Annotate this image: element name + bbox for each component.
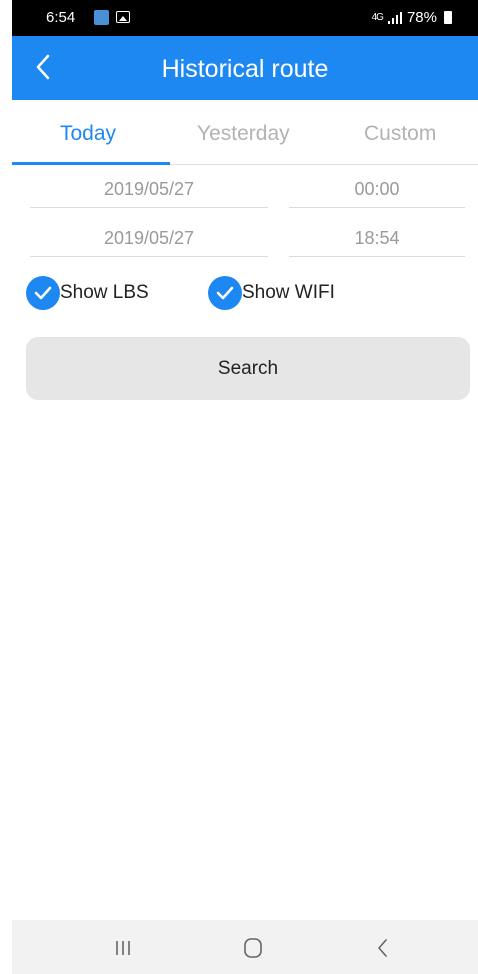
tab-custom[interactable]: Custom xyxy=(364,122,436,146)
end-date-field[interactable]: 2019/05/27 xyxy=(30,220,268,257)
show-wifi-label: Show WIFI xyxy=(242,282,335,303)
checkmark-icon xyxy=(26,276,60,310)
show-lbs-label: Show LBS xyxy=(60,282,149,303)
signal-icon xyxy=(387,11,402,24)
back-icon[interactable] xyxy=(368,934,398,962)
show-lbs-checkbox[interactable]: Show LBS xyxy=(26,276,149,310)
search-button[interactable]: Search xyxy=(26,337,470,400)
network-type: 4G xyxy=(371,12,384,23)
tab-today[interactable]: Today xyxy=(60,122,116,146)
show-wifi-checkbox[interactable]: Show WIFI xyxy=(208,276,335,310)
tab-indicator xyxy=(12,162,170,165)
battery-percent: 78% xyxy=(406,9,437,26)
battery-icon xyxy=(444,11,452,24)
checkmark-icon xyxy=(208,276,242,310)
start-time-field[interactable]: 00:00 xyxy=(289,171,465,208)
status-time: 6:54 xyxy=(46,9,76,26)
status-bar: 6:54 4G 78% xyxy=(12,0,478,36)
tab-bar: Today Yesterday Custom xyxy=(12,100,478,165)
status-right: 4G 78% xyxy=(372,9,452,26)
page-title: Historical route xyxy=(161,55,329,83)
system-nav-bar xyxy=(12,920,478,974)
app-notification-icon xyxy=(94,10,109,25)
home-icon[interactable] xyxy=(238,934,268,962)
app-bar: Historical route xyxy=(12,36,478,100)
tab-yesterday[interactable]: Yesterday xyxy=(197,122,290,146)
recent-apps-icon[interactable] xyxy=(108,934,138,962)
start-date-field[interactable]: 2019/05/27 xyxy=(30,171,268,208)
screen: 6:54 4G 78% Historical route Today Yeste… xyxy=(12,0,478,974)
image-notification-icon xyxy=(116,11,130,23)
end-time-field[interactable]: 18:54 xyxy=(289,220,465,257)
